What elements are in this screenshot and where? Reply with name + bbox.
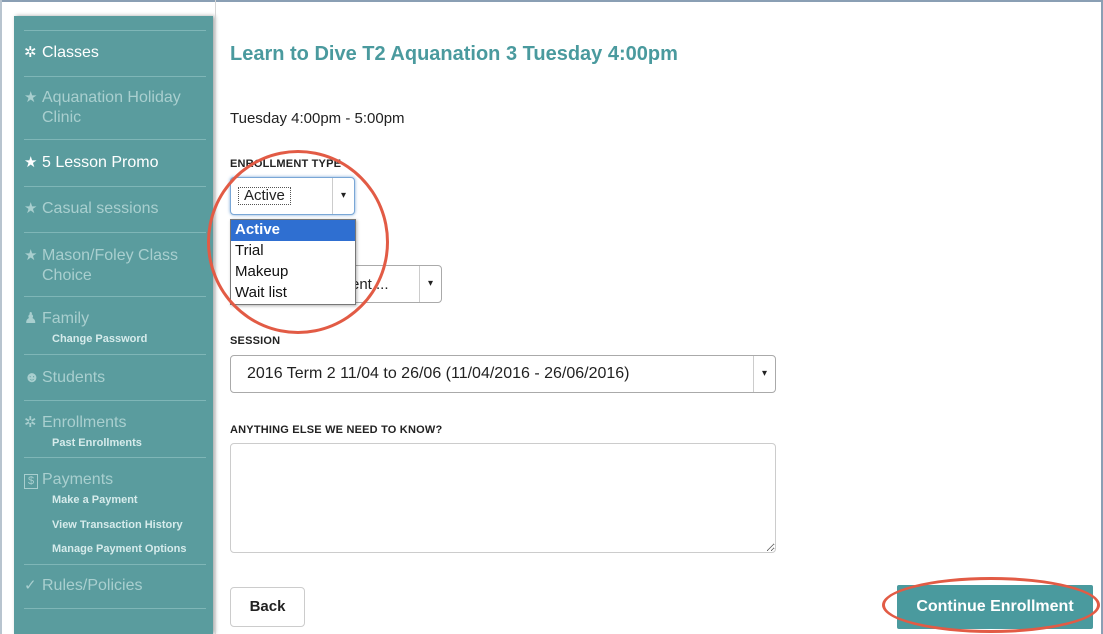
star-icon: ★ [24,89,38,106]
sidebar-item-rules-policies[interactable]: ✓ Rules/Policies [24,576,206,596]
sidebar-divider [24,354,206,355]
chevron-down-icon: ▾ [419,266,441,302]
sidebar: ✲ Classes ★ Aquanation Holiday Clinic ★ 5 L… [14,16,213,634]
sidebar-divider [24,139,206,140]
sidebar-subitem-view-transaction-history[interactable]: View Transaction History [52,519,183,531]
enrollment-type-label: ENROLLMENT TYPE [230,158,342,170]
sidebar-item-label: Casual sessions [42,200,159,217]
enrollment-type-select[interactable]: Active ▾ [230,177,355,215]
sidebar-divider [24,564,206,565]
sidebar-divider [24,76,206,77]
sidebar-divider [24,232,206,233]
session-select-value: 2016 Term 2 11/04 to 26/06 (11/04/2016 -… [247,365,630,382]
sidebar-item-label: Students [42,369,106,386]
frame-border-top [0,0,1103,2]
sidebar-subitem-manage-payment-options[interactable]: Manage Payment Options [52,543,186,555]
sidebar-item-aquanation-holiday-clinic[interactable]: ★ Aquanation Holiday Clinic [24,88,206,128]
back-button[interactable]: Back [230,587,305,627]
sidebar-item-label: Family [42,310,90,327]
star-icon: ★ [24,247,38,264]
sidebar-item-label: Enrollments [42,414,127,431]
chevron-down-icon: ▾ [332,178,354,214]
sidebar-divider [24,296,206,297]
frame-border-left [0,0,2,634]
sidebar-subitem-change-password[interactable]: Change Password [52,333,147,345]
page-title: Learn to Dive T2 Aquanation 3 Tuesday 4:… [230,43,678,65]
option-active[interactable]: Active [231,220,355,241]
notes-textarea[interactable] [230,443,776,553]
session-select[interactable]: 2016 Term 2 11/04 to 26/06 (11/04/2016 -… [230,355,776,393]
sidebar-divider [24,457,206,458]
people-icon: ✲ [24,414,37,431]
sidebar-subitem-past-enrollments[interactable]: Past Enrollments [52,437,142,449]
dollar-icon: $ [24,474,38,489]
student-icon: ☻ [24,369,40,386]
sidebar-item-casual-sessions[interactable]: ★ Casual sessions [24,199,206,219]
sidebar-item-mason-foley-class-choice[interactable]: ★ Mason/Foley Class Choice [24,246,206,286]
enrollment-type-value: Active [238,187,291,205]
sidebar-divider [24,186,206,187]
page: ✲ Classes ★ Aquanation Holiday Clinic ★ 5 L… [0,0,1103,634]
option-wait-list[interactable]: Wait list [231,283,355,304]
star-icon: ★ [24,154,38,171]
sidebar-divider [24,400,206,401]
sidebar-item-classes[interactable]: ✲ Classes [24,43,206,63]
sidebar-item-label: Rules/Policies [42,577,143,594]
sidebar-item-label: Classes [42,44,99,61]
content-divider [215,0,216,634]
star-icon: ★ [24,200,38,217]
session-label: SESSION [230,335,281,347]
sidebar-subitem-make-a-payment[interactable]: Make a Payment [52,494,138,506]
continue-enrollment-button[interactable]: Continue Enrollment [897,585,1093,629]
class-schedule: Tuesday 4:00pm - 5:00pm [230,110,405,127]
sidebar-item-label: 5 Lesson Promo [42,154,159,171]
sidebar-item-label: Aquanation Holiday Clinic [42,89,181,126]
notes-label: ANYTHING ELSE WE NEED TO KNOW? [230,424,443,436]
sidebar-item-payments[interactable]: $ Payments [24,470,206,490]
student-select-value: ent ... [351,276,389,293]
sidebar-item-5-lesson-promo[interactable]: ★ 5 Lesson Promo [24,153,206,173]
option-makeup[interactable]: Makeup [231,262,355,283]
people-icon: ✲ [24,44,37,61]
family-icon: ♟ [24,310,38,327]
sidebar-divider [24,608,206,609]
chevron-down-icon: ▾ [753,356,775,392]
sidebar-item-label: Mason/Foley Class Choice [42,247,179,284]
sidebar-item-family[interactable]: ♟ Family [24,309,206,329]
check-icon: ✓ [24,577,37,594]
enrollment-type-dropdown: Active Trial Makeup Wait list [230,219,356,305]
sidebar-divider [24,30,206,31]
sidebar-item-label: Payments [42,471,114,488]
sidebar-item-students[interactable]: ☻ Students [24,368,206,388]
option-trial[interactable]: Trial [231,241,355,262]
sidebar-item-enrollments[interactable]: ✲ Enrollments [24,413,206,433]
